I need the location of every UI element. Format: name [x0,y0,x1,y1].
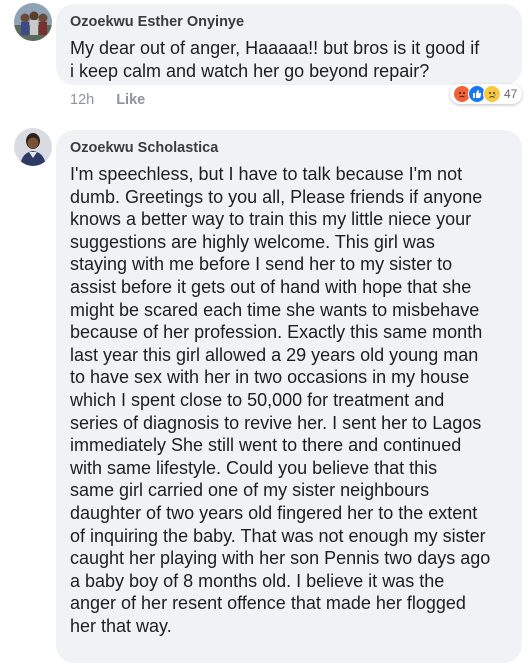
avatar-scholastica[interactable] [14,128,52,166]
comment-text: My dear out of anger, Haaaaa!! but bros … [70,38,480,81]
avatar-esther[interactable] [14,3,52,41]
comment-author[interactable]: Ozoekwu Esther Onyinye [70,13,508,31]
comment-meta: 12h Like [70,92,145,108]
sad-icon [483,85,501,103]
comment-bubble: Ozoekwu Esther Onyinye My dear out of an… [56,4,522,85]
like-button[interactable]: Like [116,92,145,108]
comment-text: I'm speechless, but I have to talk becau… [70,164,491,636]
reaction-count: 47 [504,87,518,101]
reaction-summary[interactable]: 47 [450,84,523,104]
comment-author[interactable]: Ozoekwu Scholastica [70,139,508,157]
comment-bubble: Ozoekwu Scholastica I'm speechless, but … [56,130,522,663]
comment-time[interactable]: 12h [70,92,94,108]
